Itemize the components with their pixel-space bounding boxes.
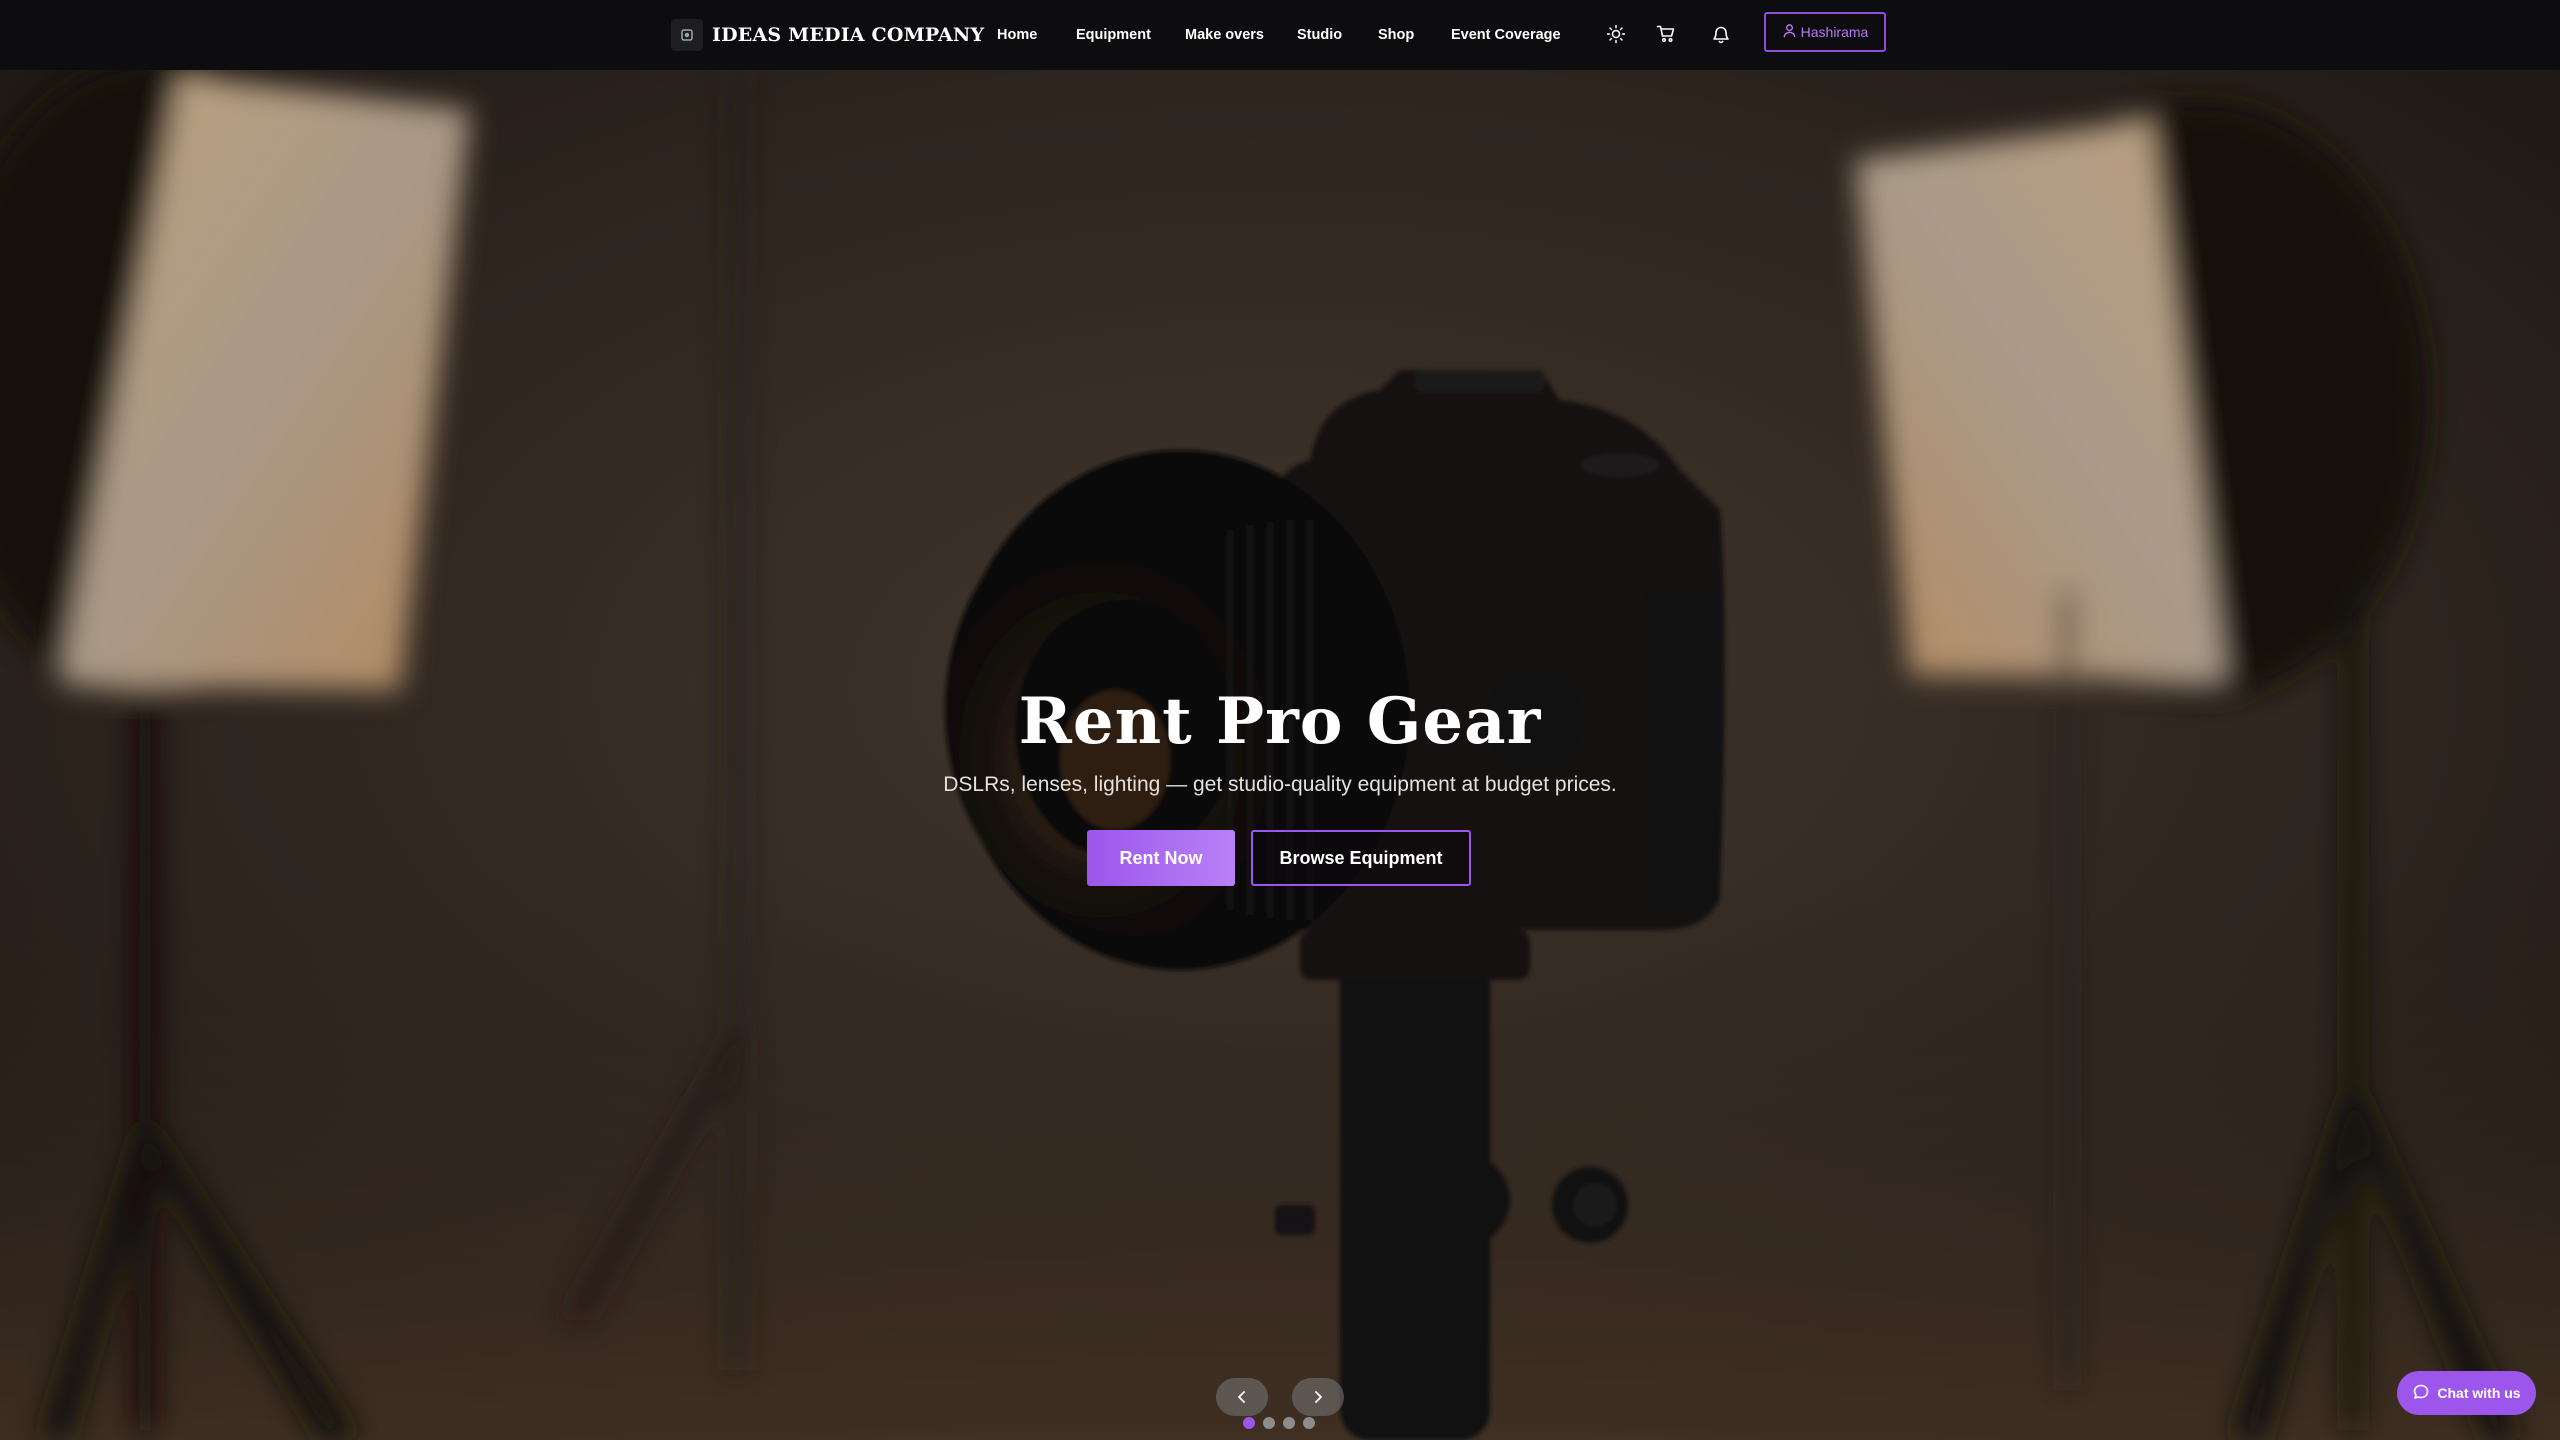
chat-bubble-icon [2412,1383,2430,1404]
carousel-dot-2[interactable] [1263,1417,1275,1429]
brand-name[interactable]: IDEAS MEDIA COMPANY [712,20,984,50]
browse-equipment-button[interactable]: Browse Equipment [1251,830,1471,886]
nav-link-equipment[interactable]: Equipment [1076,24,1151,46]
carousel-prev-button[interactable] [1216,1378,1268,1416]
carousel-dot-3[interactable] [1283,1417,1295,1429]
carousel-next-button[interactable] [1292,1378,1344,1416]
chat-label: Chat with us [2437,1385,2521,1401]
user-icon [1782,23,1797,41]
sun-icon[interactable] [1600,18,1632,50]
nav-link-make-overs[interactable]: Make overs [1185,24,1264,46]
user-account-button[interactable]: Hashirama [1764,12,1886,52]
chat-with-us-button[interactable]: Chat with us [2397,1371,2536,1415]
hero-subtitle: DSLRs, lenses, lighting — get studio-qua… [943,773,1617,796]
cart-icon[interactable] [1650,18,1682,50]
top-navbar: IDEAS MEDIA COMPANY Home Equipment Make … [0,0,2560,70]
carousel-dot-4[interactable] [1303,1417,1315,1429]
carousel-dot-1[interactable] [1243,1417,1255,1429]
nav-link-event-coverage[interactable]: Event Coverage [1451,24,1561,46]
nav-link-shop[interactable]: Shop [1378,24,1414,46]
hero-title: Rent Pro Gear [1018,684,1542,759]
chevron-left-icon [1238,1391,1245,1403]
user-name: Hashirama [1800,24,1869,40]
nav-link-home[interactable]: Home [997,24,1037,46]
hero-carousel: Rent Pro Gear DSLRs, lenses, lighting — … [0,70,2560,1440]
chevron-right-icon [1315,1391,1322,1403]
bell-icon[interactable] [1705,18,1737,50]
nav-link-studio[interactable]: Studio [1297,24,1342,46]
rent-now-button[interactable]: Rent Now [1087,830,1235,886]
logo-icon[interactable] [671,19,703,51]
